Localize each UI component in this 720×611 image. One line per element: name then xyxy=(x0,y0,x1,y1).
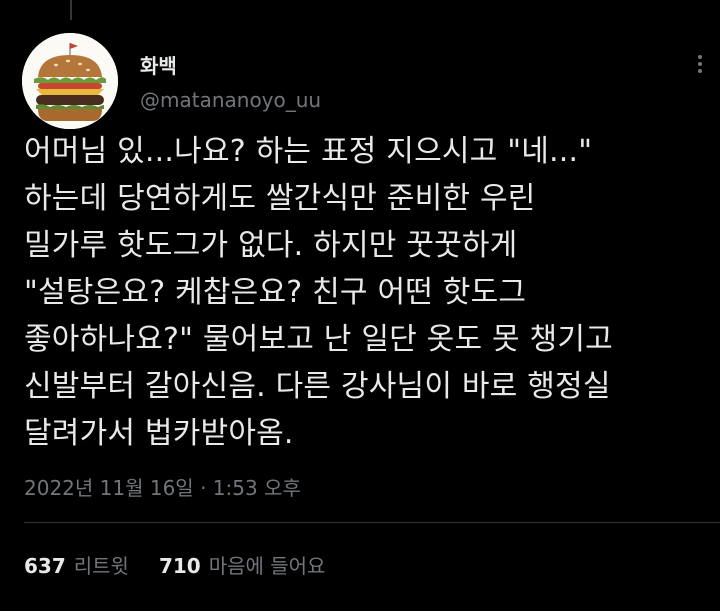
tweet-text: 어머님 있...나요? 하는 표정 지으시고 "네..." 하는데 당연하게도 … xyxy=(24,134,613,451)
more-dot xyxy=(698,55,702,59)
likes-label: 마음에 들어요 xyxy=(208,554,326,578)
tweet-timestamp[interactable]: 2022년 11월 16일 · 1:53 오후 xyxy=(24,472,301,501)
retweets-count: 637 xyxy=(24,554,66,578)
retweets-stat[interactable]: 637 리트윗 xyxy=(24,550,129,579)
burger-avatar-icon xyxy=(22,33,118,129)
likes-count: 710 xyxy=(158,554,201,578)
author-display-name[interactable]: 화백 xyxy=(140,50,177,79)
engagement-stats: 637 리트윗 710 마음에 들어요 xyxy=(24,550,355,579)
more-dot xyxy=(698,62,702,66)
retweets-label: 리트윗 xyxy=(73,554,129,578)
more-dot xyxy=(698,69,702,73)
author-handle[interactable]: @matananoyo_uu xyxy=(140,88,321,112)
likes-stat[interactable]: 710 마음에 들어요 xyxy=(159,550,326,579)
more-options-icon[interactable] xyxy=(688,52,712,76)
divider xyxy=(24,522,720,523)
thread-connector-line xyxy=(70,0,72,20)
avatar[interactable] xyxy=(22,33,118,129)
